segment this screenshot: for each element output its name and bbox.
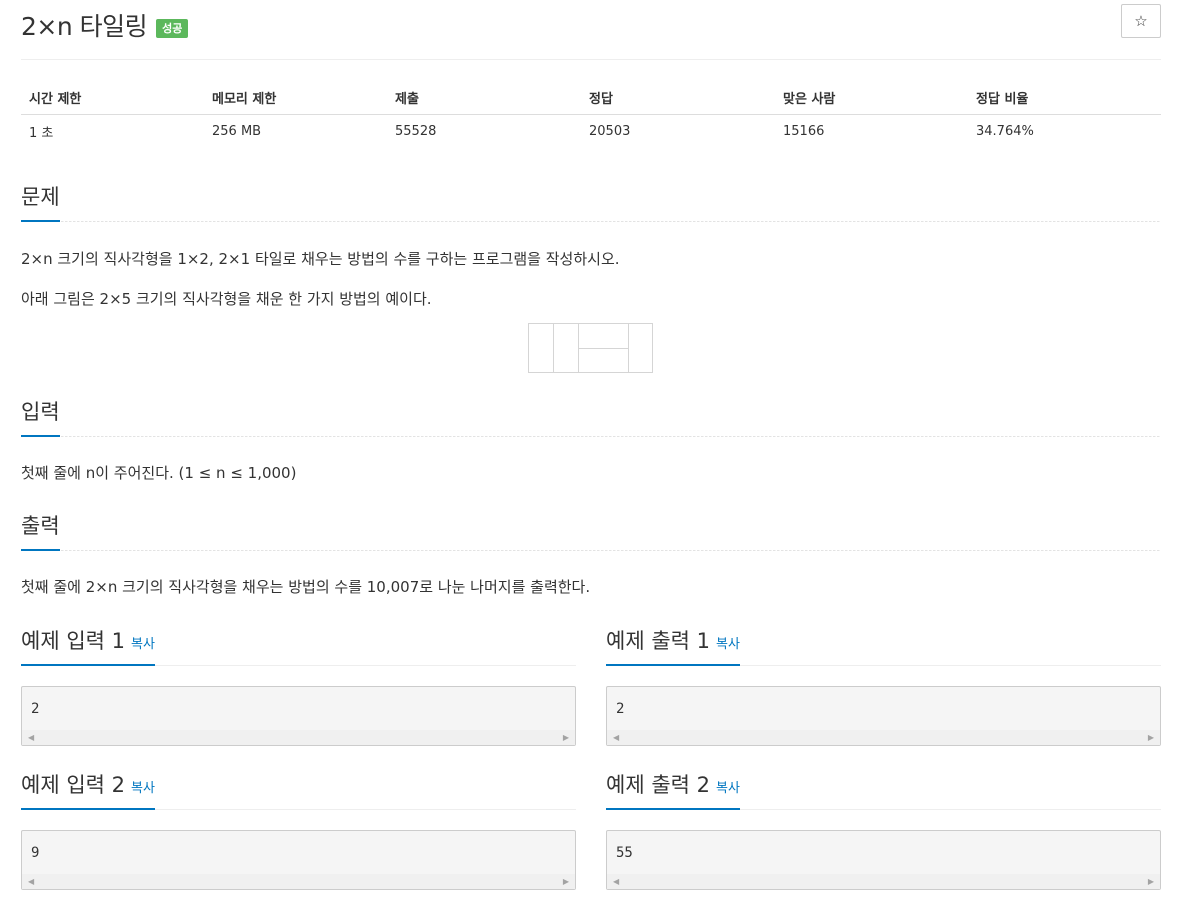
info-accept-ratio: 34.764% [976,124,1034,140]
output-description: 첫째 줄에 2×n 크기의 직사각형을 채우는 방법의 수를 10,007로 나… [21,578,591,596]
input-description: 첫째 줄에 n이 주어진다. (1 ≤ n ≤ 1,000) [21,464,297,482]
copy-button[interactable]: 복사 [716,781,740,796]
sample-output-2-value: 55 [616,845,633,861]
problem-info-table: 시간 제한 메모리 제한 제출 정답 맞은 사람 정답 비율 1 초 256 M… [21,82,1161,149]
section-divider [21,550,1161,551]
info-header-time-limit: 시간 제한 [21,82,204,115]
sample-output-1-box[interactable]: 2 ◀ ▶ [606,686,1161,746]
sample-output-2-header: 예제 출력 2 복사 [606,769,1161,810]
sample-output-2-title: 예제 출력 2 복사 [606,769,740,810]
info-submissions: 55528 [395,124,437,140]
sample-input-2-box[interactable]: 9 ◀ ▶ [21,830,576,890]
sample-input-1-header: 예제 입력 1 복사 [21,625,576,666]
section-divider [21,436,1161,437]
sample-output-1-header: 예제 출력 1 복사 [606,625,1161,666]
input-section-header: 입력 [21,396,1161,437]
sample-input-2-value: 9 [31,845,40,861]
info-header-accepted: 정답 [581,82,775,115]
info-time-limit: 1 초 [29,126,54,142]
info-header-solved-users: 맞은 사람 [775,82,968,115]
copy-button[interactable]: 복사 [716,637,740,652]
horizontal-scrollbar[interactable]: ◀ ▶ [22,730,575,745]
input-heading: 입력 [21,396,60,437]
info-value-row: 1 초 256 MB 55528 20503 15166 34.764% [21,114,1161,149]
sample-input-2-header: 예제 입력 2 복사 [21,769,576,810]
output-section-header: 출력 [21,510,1161,551]
scroll-left-icon[interactable]: ◀ [28,877,34,886]
scroll-left-icon[interactable]: ◀ [613,877,619,886]
problem-section-header: 문제 [21,181,1161,222]
tile-divider [579,348,629,349]
sample-input-1-box[interactable]: 2 ◀ ▶ [21,686,576,746]
star-button[interactable]: ☆ [1121,4,1161,38]
sample-input-2-title: 예제 입력 2 복사 [21,769,155,810]
tiling-example-figure [528,323,653,373]
problem-figure-caption: 아래 그림은 2×5 크기의 직사각형을 채운 한 가지 방법의 예이다. [21,290,432,308]
info-solved-users: 15166 [783,124,825,140]
info-header-memory-limit: 메모리 제한 [204,82,387,115]
sample-output-1-value: 2 [616,701,625,717]
scroll-right-icon[interactable]: ▶ [563,733,569,742]
star-icon: ☆ [1134,12,1148,30]
horizontal-scrollbar[interactable]: ◀ ▶ [22,874,575,889]
title-row: 2×n 타일링 성공 [21,5,189,45]
scroll-right-icon[interactable]: ▶ [563,877,569,886]
sample-input-1-value: 2 [31,701,40,717]
sample-input-1-title: 예제 입력 1 복사 [21,625,155,666]
tile-divider [553,324,554,372]
section-divider [21,221,1161,222]
info-accepted: 20503 [589,124,631,140]
sample-output-1-title: 예제 출력 1 복사 [606,625,740,666]
problem-heading: 문제 [21,181,60,222]
problem-title: 2×n 타일링 [21,12,148,41]
title-divider [21,59,1161,60]
scroll-left-icon[interactable]: ◀ [613,733,619,742]
sample-output-2-box[interactable]: 55 ◀ ▶ [606,830,1161,890]
copy-button[interactable]: 복사 [131,781,155,796]
info-header-submissions: 제출 [387,82,581,115]
copy-button[interactable]: 복사 [131,637,155,652]
scroll-right-icon[interactable]: ▶ [1148,877,1154,886]
info-memory-limit: 256 MB [212,124,262,140]
scroll-left-icon[interactable]: ◀ [28,733,34,742]
scroll-right-icon[interactable]: ▶ [1148,733,1154,742]
horizontal-scrollbar[interactable]: ◀ ▶ [607,730,1160,745]
info-header-accept-ratio: 정답 비율 [968,82,1161,115]
problem-description: 2×n 크기의 직사각형을 1×2, 2×1 타일로 채우는 방법의 수를 구하… [21,250,620,268]
info-header-row: 시간 제한 메모리 제한 제출 정답 맞은 사람 정답 비율 [21,82,1161,115]
output-heading: 출력 [21,510,60,551]
status-badge: 성공 [156,18,189,38]
horizontal-scrollbar[interactable]: ◀ ▶ [607,874,1160,889]
